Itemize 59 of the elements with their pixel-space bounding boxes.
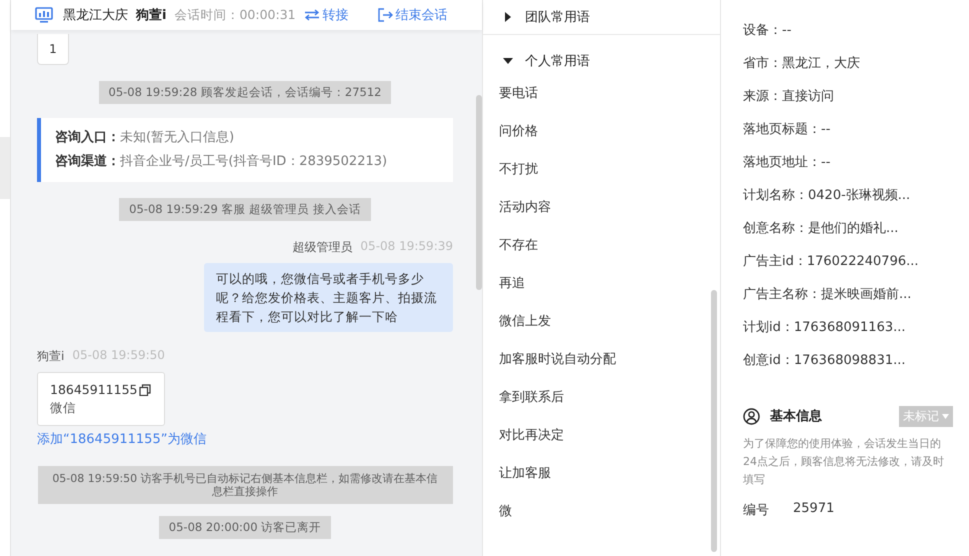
sender-name: 超级管理员 (292, 239, 352, 256)
caret-down-icon (942, 414, 949, 418)
swap-arrows-icon (304, 9, 320, 21)
info-field: 设备：-- (743, 14, 792, 47)
phrase-item[interactable]: 问价格 (499, 113, 720, 151)
info-field: 省市：黑龙江，大庆 (743, 47, 860, 80)
message-time: 05-08 19:59:39 (360, 239, 453, 255)
system-message: 05-08 20:00:00 访客已离开 (158, 516, 332, 539)
exit-icon (376, 7, 393, 23)
phone-number: 18645911155 (50, 381, 138, 399)
add-wechat-link[interactable]: 添加“18645911155”为微信 (37, 430, 206, 448)
transfer-button[interactable]: 转接 (304, 6, 349, 24)
phrase-group-header[interactable]: 团队常用语 (483, 0, 720, 35)
system-message: 05-08 19:59:28 顾客发起会话，会话编号：27512 (98, 81, 392, 104)
phrase-item[interactable]: 不打扰 (499, 151, 720, 189)
caret-down-icon (503, 56, 513, 66)
system-message: 05-08 19:59:29 客服 超级管理员 接入会话 (119, 198, 371, 221)
system-message: 05-08 19:59:50 访客手机号已自动标记右侧基本信息栏，如需修改请在基本信息栏直接操作 (38, 466, 452, 504)
message-time: 05-08 19:59:50 (72, 348, 165, 364)
info-field: 广告主名称：提米映画婚前... (743, 278, 912, 311)
info-field: 广告主id：176022240796... (743, 245, 919, 278)
copy-icon[interactable] (139, 384, 152, 396)
notice-text: 为了保障您的使用体验，会话发生当日的24点之后，顾客信息将无法修改，请及时填写 (743, 436, 945, 488)
scrollbar[interactable] (711, 290, 717, 552)
field-value: 25971 (793, 501, 834, 518)
info-field: 计划名称：0420-张琳视频... (743, 179, 910, 212)
caret-right-icon (503, 12, 513, 22)
user-icon (743, 408, 760, 424)
phrase-item[interactable]: 让加客服 (499, 455, 720, 493)
phrase-item[interactable]: 微信上发 (499, 303, 720, 341)
info-field: 落地页标题：-- (743, 113, 830, 146)
message-bubble: 1 (37, 34, 69, 65)
info-field: 落地页地址：-- (743, 146, 830, 179)
info-label: 咨询渠道： (55, 154, 120, 169)
info-field: 创意名称：是他们的婚礼... (743, 212, 898, 245)
message-bubble: 可以的哦，您微信号或者手机号多少呢？给您发价格表、主题客片、拍摄流程看下，您可以对比了解一下哈 (204, 263, 453, 332)
sender-name: 狗萱i (37, 348, 64, 365)
phrase-item[interactable]: 活动内容 (499, 189, 720, 227)
phrase-item[interactable]: 再追 (499, 265, 720, 303)
section-title: 基本信息 (770, 408, 823, 425)
info-value: 未知(暂无入口信息) (120, 130, 234, 145)
phrase-item[interactable]: 不存在 (499, 227, 720, 265)
contact-type: 微信 (50, 399, 77, 417)
phrase-item[interactable]: 微 (499, 493, 720, 531)
location-label: 黑龙江大庆 (63, 7, 128, 24)
phrase-item[interactable]: 对比再决定 (499, 417, 720, 455)
monitor-icon (35, 7, 53, 23)
phrase-item[interactable]: 拿到联系后 (499, 379, 720, 417)
info-value: 抖音企业号/员工号(抖音号ID：2839502213) (120, 154, 388, 169)
info-label: 咨询入口： (55, 130, 120, 145)
scrollbar[interactable] (476, 95, 482, 290)
info-field: 创意id：176368098831... (743, 344, 906, 377)
info-field: 来源：直接访问 (743, 80, 834, 113)
info-field: 计划id：176368091163... (743, 311, 906, 344)
end-session-button[interactable]: 结束会话 (376, 6, 448, 24)
field-label: 编号 (743, 502, 769, 519)
visitor-name: 狗萱i (136, 7, 166, 24)
phrase-item[interactable]: 加客服时说自动分配 (499, 341, 720, 379)
session-time: 会话时间：00:00:31 (174, 6, 296, 24)
